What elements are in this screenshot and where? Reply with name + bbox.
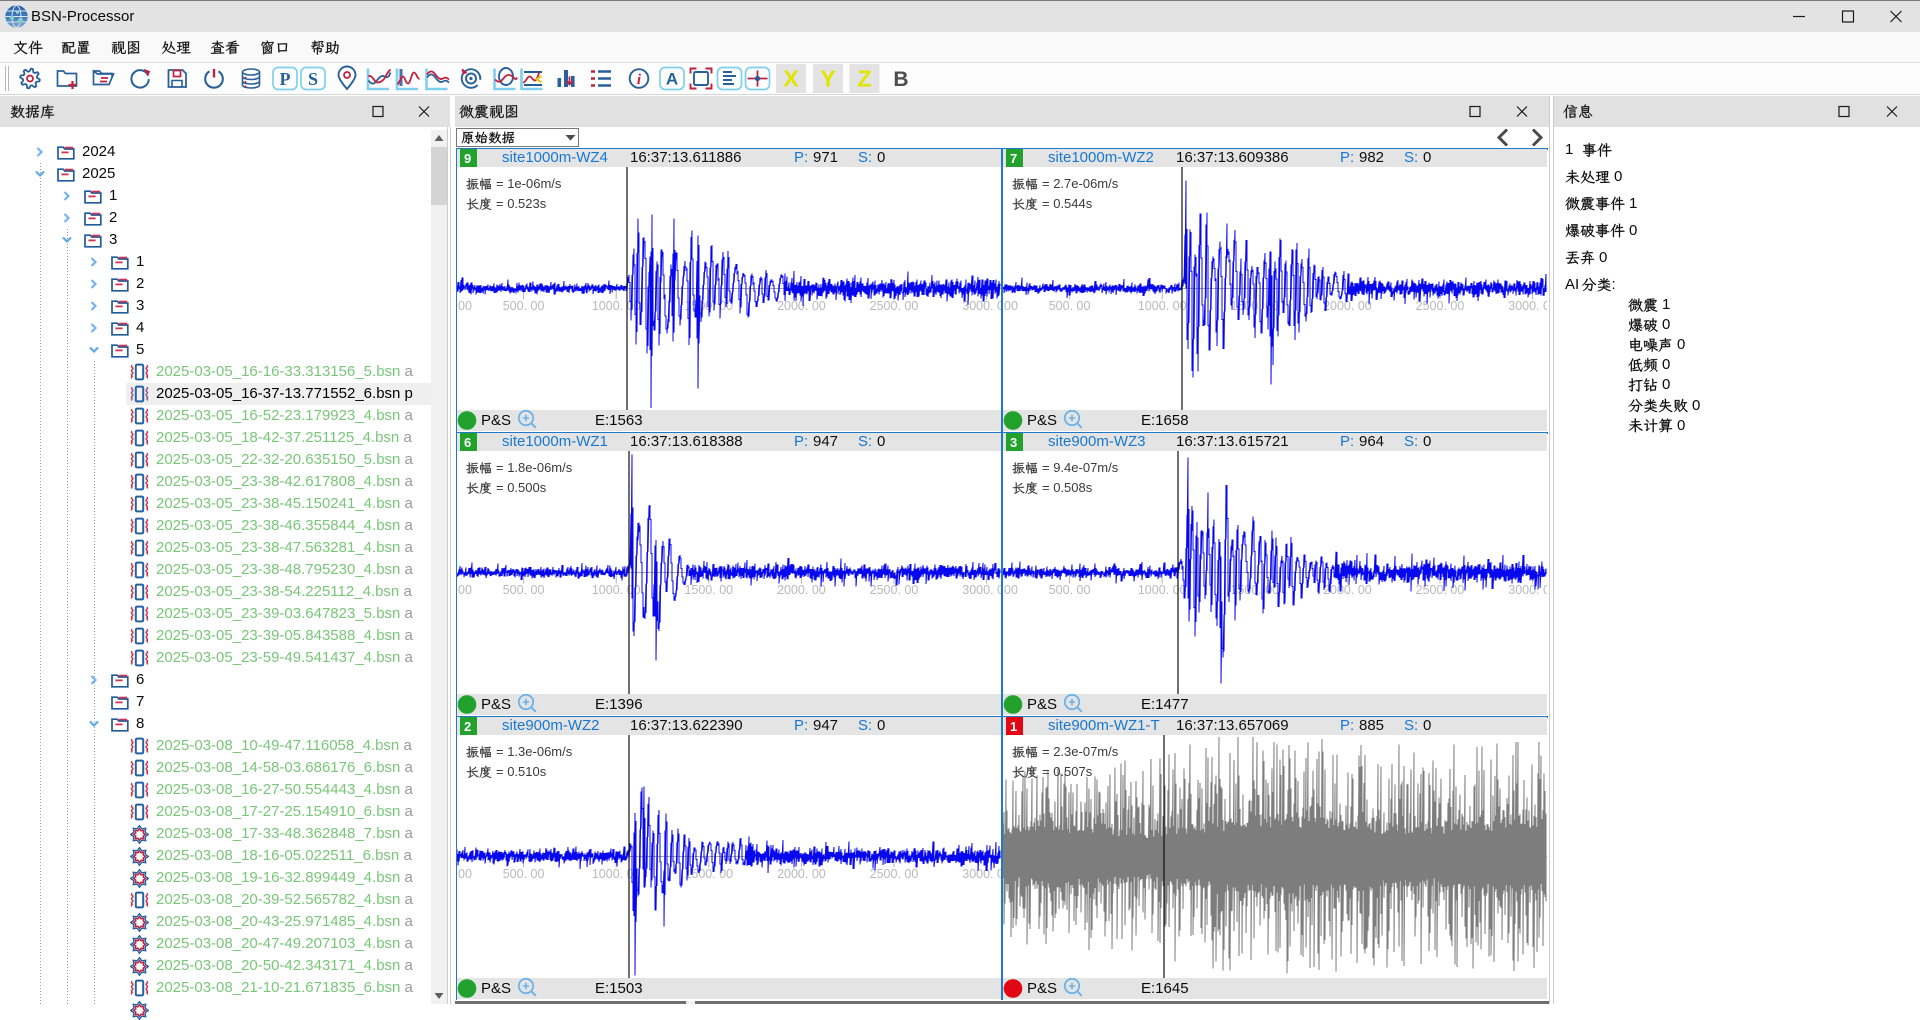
svg-text:2500. 00: 2500. 00: [1416, 299, 1465, 313]
svg-text:B: B: [893, 68, 908, 91]
svg-text:X: X: [783, 66, 799, 92]
svg-text:Z: Z: [857, 66, 871, 92]
svg-text:500. 00: 500. 00: [1049, 583, 1091, 597]
svg-text:00: 00: [458, 583, 472, 597]
svg-text:1500. 00: 1500. 00: [1230, 583, 1279, 597]
svg-text:00: 00: [458, 299, 472, 313]
svg-text:S: S: [308, 69, 318, 89]
svg-text:3000. 00: 3000. 00: [1508, 583, 1547, 597]
svg-text:2000. 00: 2000. 00: [777, 299, 826, 313]
svg-text:500. 00: 500. 00: [503, 583, 545, 597]
svg-text:2000. 00: 2000. 00: [777, 583, 826, 597]
svg-text:1000. 00: 1000. 00: [592, 299, 641, 313]
svg-text:500. 00: 500. 00: [503, 867, 545, 881]
svg-text:P: P: [280, 69, 291, 89]
svg-text:500. 00: 500. 00: [1049, 299, 1091, 313]
svg-text:00: 00: [458, 867, 472, 881]
svg-text:1500. 00: 1500. 00: [684, 583, 733, 597]
svg-text:2500. 00: 2500. 00: [1416, 583, 1465, 597]
svg-text:3000. 00: 3000. 00: [962, 867, 1001, 881]
svg-text:1000. 00: 1000. 00: [1138, 583, 1187, 597]
svg-text:2000. 00: 2000. 00: [777, 867, 826, 881]
svg-text:2500. 00: 2500. 00: [870, 299, 919, 313]
svg-text:00: 00: [1004, 583, 1018, 597]
svg-text:500. 00: 500. 00: [503, 299, 545, 313]
svg-text:3000. 00: 3000. 00: [962, 583, 1001, 597]
svg-text:2500. 00: 2500. 00: [870, 583, 919, 597]
svg-text:Y: Y: [820, 66, 835, 92]
svg-text:i: i: [637, 72, 642, 88]
svg-text:3000. 00: 3000. 00: [1508, 299, 1547, 313]
svg-text:00: 00: [1004, 299, 1018, 313]
svg-text:2500. 00: 2500. 00: [870, 867, 919, 881]
svg-text:1000. 00: 1000. 00: [1138, 299, 1187, 313]
svg-text:A: A: [666, 70, 678, 89]
